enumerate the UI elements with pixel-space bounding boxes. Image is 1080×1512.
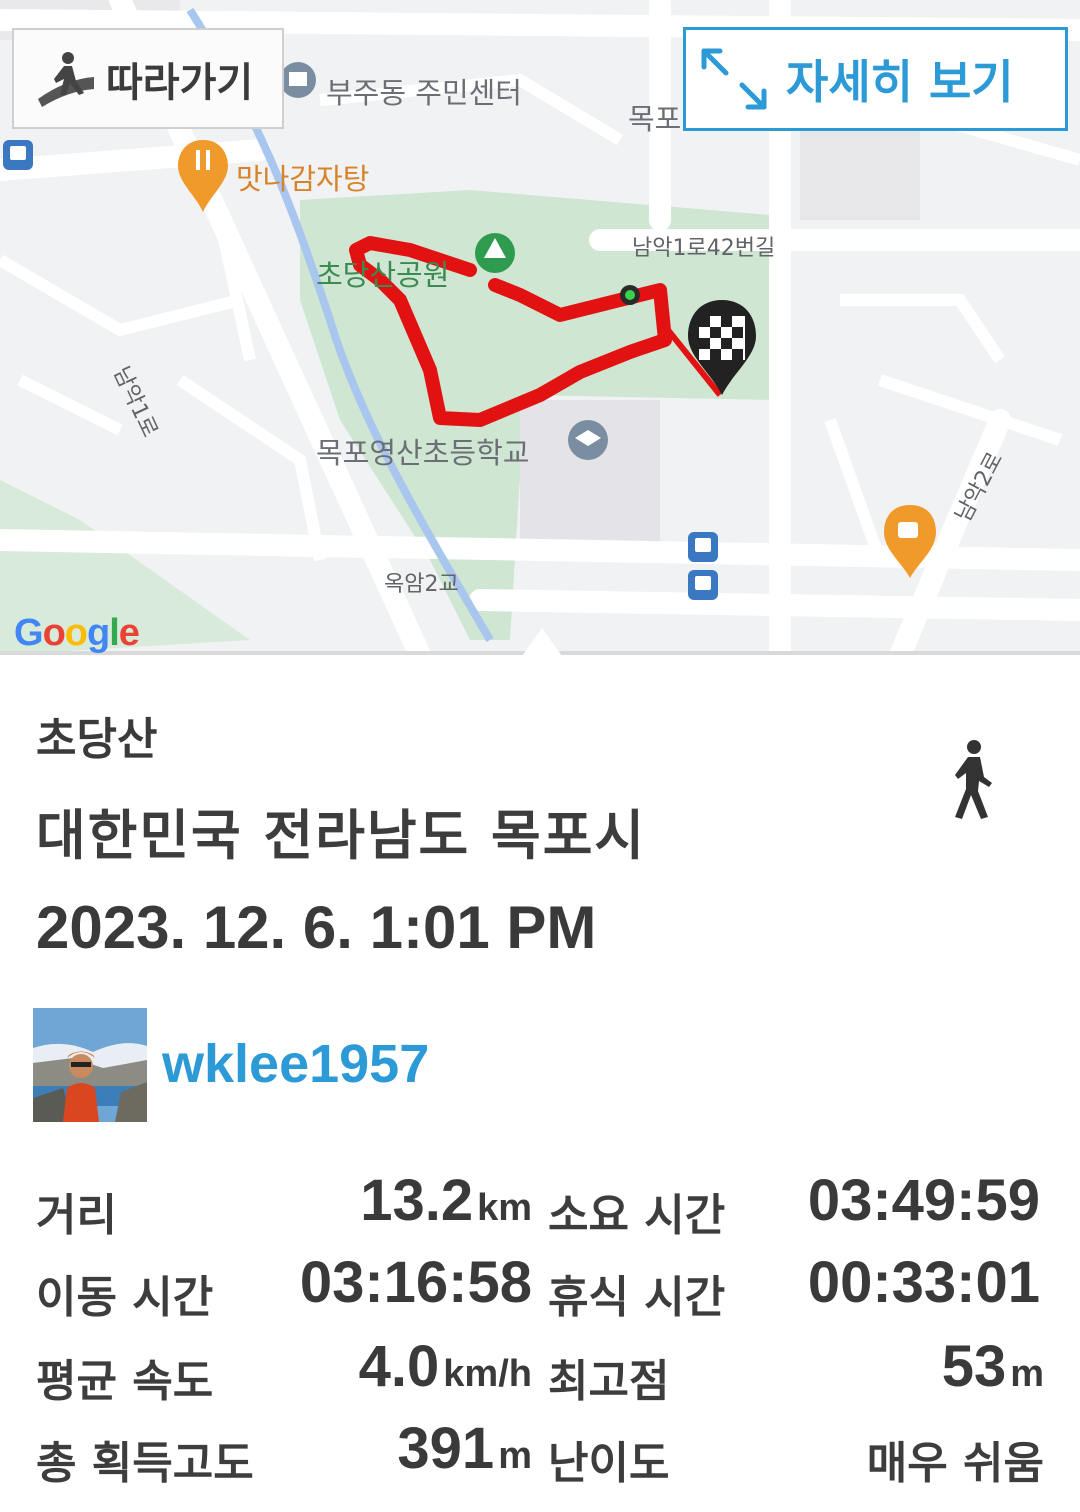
stat-total-ascent-value: 391 m xyxy=(397,1416,532,1481)
avatar-image xyxy=(33,1008,147,1122)
stat-distance-label: 거리 xyxy=(36,1190,117,1241)
username-link[interactable]: wklee1957 xyxy=(162,1033,429,1095)
walking-person-icon xyxy=(955,740,992,819)
info-pointer xyxy=(522,628,562,655)
stat-avg-speed-value: 4.0 km/h xyxy=(358,1334,532,1399)
trail-info-panel: 초당산 대한민국 전라남도 목포시 2023. 12. 6. 1:01 PM w… xyxy=(0,655,1080,1512)
stat-rest-time-value: 00:33:01 xyxy=(807,1250,1040,1315)
stat-difficulty-label: 난이도 xyxy=(548,1438,670,1489)
label-school: 목포영산초등학교 xyxy=(316,436,530,470)
stat-total-time-value: 03:49:59 xyxy=(807,1168,1040,1233)
label-road-42: 남악1로42번길 xyxy=(632,236,776,261)
trail-datetime: 2023. 12. 6. 1:01 PM xyxy=(36,894,597,961)
follow-button[interactable]: 따라가기 xyxy=(12,28,284,129)
label-park: 초당산공원 xyxy=(316,258,450,292)
google-logo: Google xyxy=(14,612,140,654)
trail-location: 대한민국 전라남도 목포시 xyxy=(36,804,647,867)
label-bridge: 옥암2교 xyxy=(384,572,459,597)
expand-icon xyxy=(701,48,767,110)
stat-max-elevation-value: 53 m xyxy=(941,1334,1044,1399)
stat-moving-time-value: 03:16:58 xyxy=(299,1250,532,1315)
stat-rest-time-label: 휴식 시간 xyxy=(548,1272,726,1323)
trail-name: 초당산 xyxy=(36,714,158,765)
stat-max-elevation-label: 최고점 xyxy=(548,1356,670,1407)
stat-distance-value: 13.2 km xyxy=(360,1168,532,1233)
map-view[interactable]: 부주동 주민센터 목포 맛나감자탕 초당산공원 남악1로42번길 남악1로 목포… xyxy=(0,0,1080,655)
detail-label: 자세히 보기 xyxy=(786,55,1014,109)
label-restaurant: 맛나감자탕 xyxy=(236,162,370,196)
follow-label: 따라가기 xyxy=(106,59,254,106)
detail-view-button[interactable]: 자세히 보기 xyxy=(683,27,1068,131)
user-avatar[interactable] xyxy=(33,1008,147,1122)
stat-moving-time-label: 이동 시간 xyxy=(36,1272,214,1323)
stat-avg-speed-label: 평균 속도 xyxy=(36,1356,214,1407)
label-mokpo-partial: 목포 xyxy=(628,102,682,136)
stat-total-ascent-label: 총 획득고도 xyxy=(36,1438,254,1489)
label-community-center: 부주동 주민센터 xyxy=(326,76,522,110)
stat-difficulty-value: 매우 쉬움 xyxy=(866,1438,1044,1489)
stat-total-time-label: 소요 시간 xyxy=(548,1190,726,1241)
hiker-icon xyxy=(38,51,94,107)
